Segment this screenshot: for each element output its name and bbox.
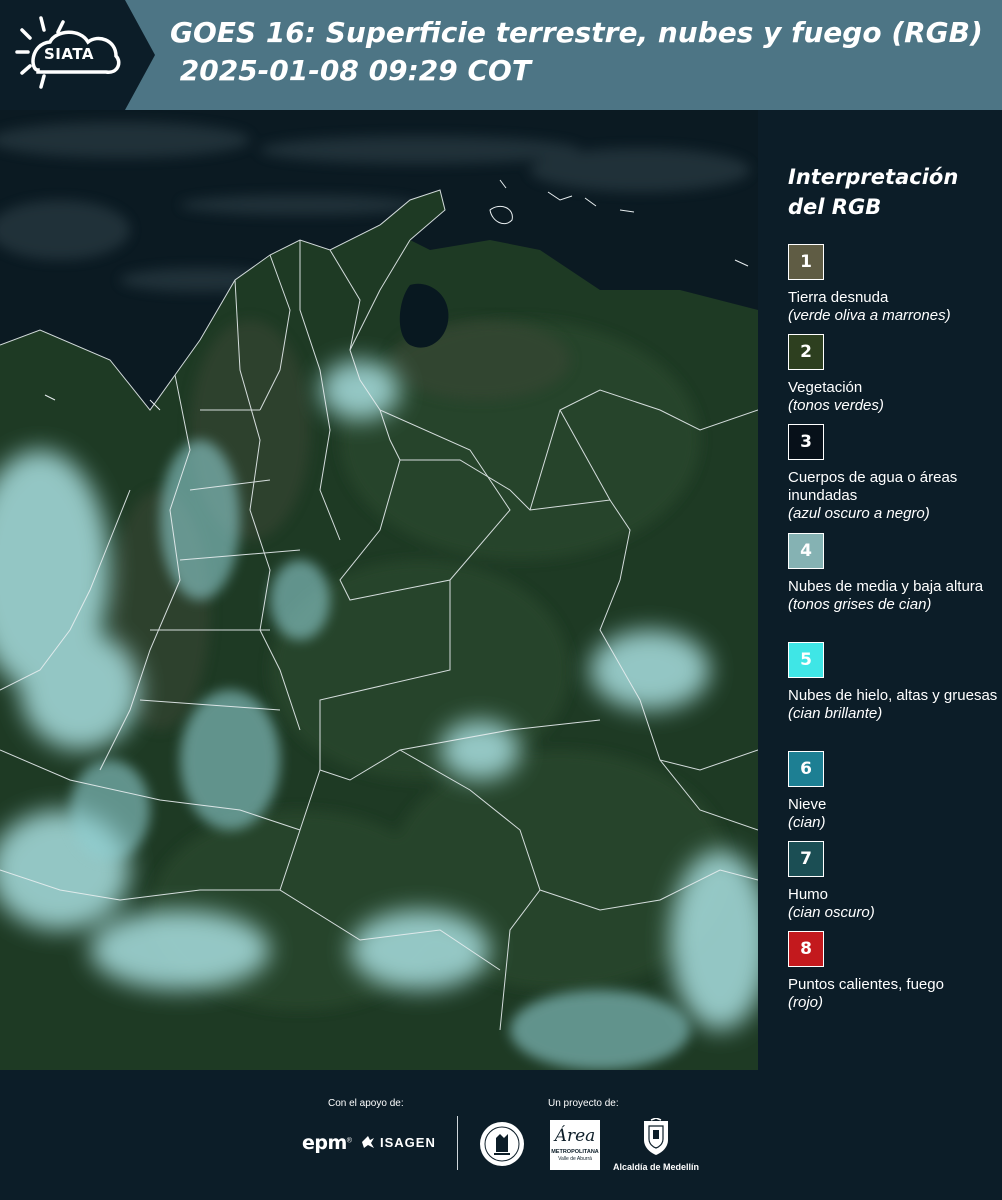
legend-label: Cuerpos de agua o áreas inundadas [788, 469, 958, 504]
legend-swatch: 1 [788, 244, 824, 280]
coat-of-arms-icon [644, 1117, 668, 1155]
legend-swatch: 5 [788, 642, 824, 678]
project-label: Un proyecto de: [548, 1098, 619, 1109]
legend-swatch: 4 [788, 533, 824, 569]
seal-icon [480, 1122, 524, 1166]
legend-sub: (tonos grises de cian) [788, 596, 932, 613]
legend-label: Humo [788, 886, 829, 903]
legend-item-water: 3 Cuerpos de agua o áreas inundadas (azu… [788, 424, 1000, 523]
legend-swatch: 3 [788, 424, 824, 460]
legend-sub: (verde oliva a marrones) [788, 307, 951, 324]
legend-title-line-2: del RGB [788, 195, 882, 219]
legend-swatch: 6 [788, 751, 824, 787]
university-seal[interactable] [478, 1120, 526, 1173]
isagen-logo[interactable]: ISAGEN [360, 1134, 436, 1150]
isagen-mark-icon [362, 1136, 374, 1148]
title-line-1: GOES 16: Superficie terrestre, nubes y f… [170, 16, 983, 49]
epm-text: epm [302, 1132, 347, 1154]
rgb-composite-image [0, 110, 758, 1070]
legend-sub: (rojo) [788, 994, 824, 1011]
legend-item-snow: 6 Nieve (cian) [788, 751, 1000, 832]
legend-panel: Interpretación del RGB 1 Tierra desnuda … [758, 110, 1002, 1070]
legend-swatch: 8 [788, 931, 824, 967]
area-name-text: METROPOLITANA [551, 1149, 599, 1155]
legend-item-ice-clouds: 5 Nubes de hielo, altas y gruesas (cian … [788, 642, 1000, 723]
legend-label: Nieve [788, 796, 827, 813]
area-sub-text: Valle de Aburrá [558, 1156, 592, 1162]
legend-sub: (cian) [788, 814, 826, 831]
legend-swatch: 2 [788, 334, 824, 370]
legend-item-hotspots: 8 Puntos calientes, fuego (rojo) [788, 931, 1000, 1012]
legend-item-smoke: 7 Humo (cian oscuro) [788, 841, 1000, 922]
legend-label: Tierra desnuda [788, 289, 889, 306]
registered-icon: ® [346, 1137, 352, 1145]
legend-label: Nubes de hielo, altas y gruesas [788, 687, 998, 704]
support-label: Con el apoyo de: [328, 1098, 404, 1109]
legend-label: Vegetación [788, 379, 863, 396]
area-metropolitana-logo[interactable]: Área METROPOLITANA Valle de Aburrá [550, 1120, 600, 1170]
legend-sub: (cian oscuro) [788, 904, 875, 921]
epm-logo[interactable]: epm® [302, 1132, 352, 1154]
satellite-map[interactable] [0, 110, 758, 1070]
legend-label: Nubes de media y baja altura [788, 578, 984, 595]
legend-item-vegetation: 2 Vegetación (tonos verdes) [788, 334, 1000, 415]
isagen-text: ISAGEN [380, 1134, 436, 1150]
header-bar: SIATA GOES 16: Superficie terrestre, nub… [0, 0, 1002, 110]
alcaldia-medellin-logo[interactable]: Alcaldía de Medellín [610, 1117, 702, 1172]
legend-sub: (tonos verdes) [788, 397, 884, 414]
title-line-2: 2025-01-08 09:29 COT [170, 54, 531, 87]
footer-divider [457, 1116, 458, 1170]
alcaldia-text: Alcaldía de Medellín [612, 1162, 700, 1172]
logo-text: SIATA [44, 45, 95, 63]
legend-sub: (azul oscuro a negro) [788, 505, 930, 522]
legend-sub: (cian brillante) [788, 705, 883, 722]
footer-sponsors: Con el apoyo de: Un proyecto de: epm® IS… [0, 1070, 1002, 1200]
page-title: GOES 16: Superficie terrestre, nubes y f… [170, 14, 983, 90]
legend-title: Interpretación del RGB [788, 162, 998, 222]
area-script-text: Área [554, 1126, 596, 1146]
legend-item-bare-land: 1 Tierra desnuda (verde oliva a marrones… [788, 244, 1000, 325]
legend-title-line-1: Interpretación [788, 165, 959, 189]
legend-swatch: 7 [788, 841, 824, 877]
legend-label: Puntos calientes, fuego [788, 976, 944, 993]
legend-item-mid-low-clouds: 4 Nubes de media y baja altura (tonos gr… [788, 533, 1000, 614]
siata-logo[interactable]: SIATA [0, 0, 155, 110]
